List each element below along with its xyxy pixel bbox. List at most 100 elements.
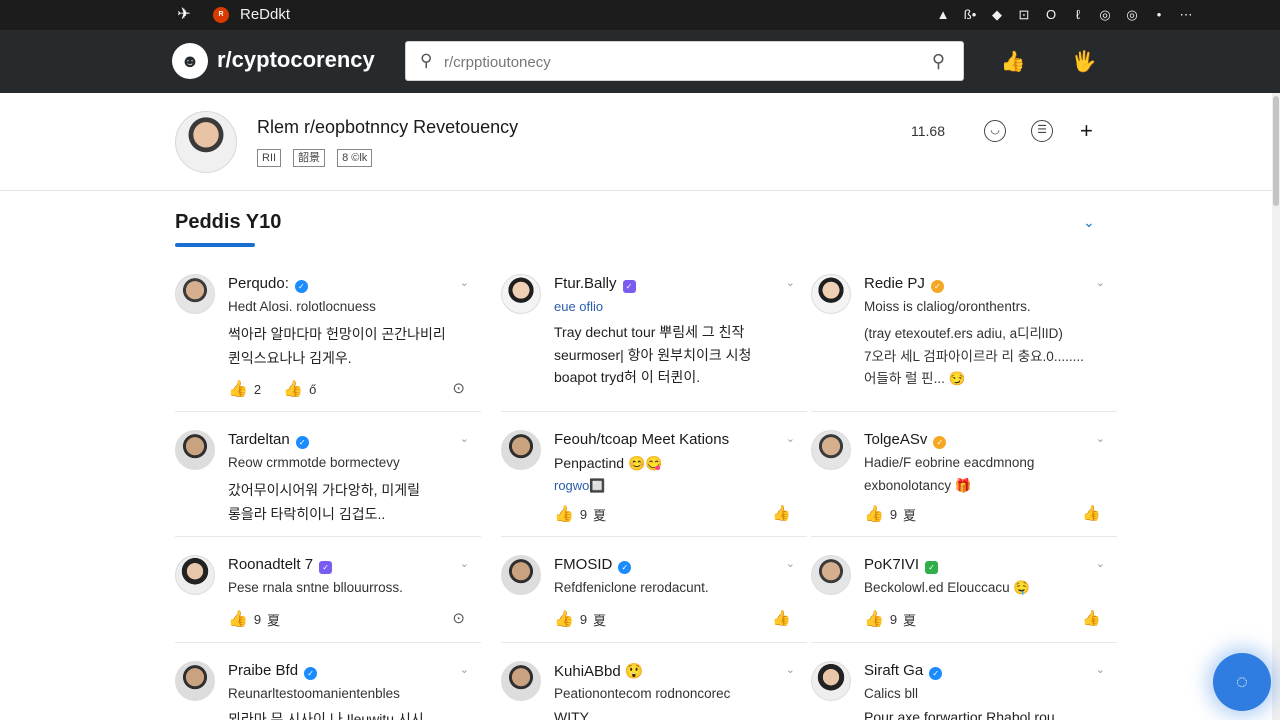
tag[interactable]: 韶景 [293,149,326,167]
author-name[interactable]: Feouh/tcoap Meet Kations [554,431,729,448]
dot-icon[interactable]: • [1152,6,1166,23]
avatar[interactable] [501,555,541,595]
chevron-down-icon[interactable]: ⌄ [460,276,469,289]
chevron-down-icon[interactable]: ⌄ [1083,212,1095,232]
list-item[interactable]: Roonadtelt 7 ✓ ⌄ Pese rnala sntne bllouur… [175,547,481,643]
chevron-down-icon[interactable]: ⌄ [786,432,795,445]
chevron-down-icon[interactable]: ⌄ [1096,276,1105,289]
more-icon[interactable]: ⋯ [1179,6,1193,23]
search-submit-icon[interactable]: ⚲ [932,50,945,72]
like-icon[interactable]: 👍 [1082,609,1101,627]
link-icon[interactable]: ℓ [1071,6,1085,23]
thumbs-up-icon[interactable]: 👍 [554,504,574,524]
chevron-down-icon[interactable]: ⌄ [786,276,795,289]
reply-icon[interactable]: 夏 [903,505,916,524]
author-name[interactable]: TolgeASv ✓ [864,431,947,449]
settings-icon[interactable]: ß• [963,6,977,23]
circle-icon[interactable]: O [1044,6,1058,23]
reply-icon[interactable]: 夏 [267,610,280,629]
chevron-down-icon[interactable]: ⌄ [1096,663,1105,676]
avatar[interactable] [501,274,541,314]
list-item[interactable]: Praibe Bfd ✓ ⌄ Reunarltestoomanientenbles… [175,653,481,720]
chevron-down-icon[interactable]: ⌄ [1096,557,1105,570]
author-name[interactable]: Ftur.Bally ✓ [554,275,636,293]
thumbs-up-icon[interactable]: 👍 [864,609,884,629]
tag[interactable]: RII [257,149,282,167]
share-icon[interactable]: ⊙ [452,379,465,397]
post-link[interactable]: rogwo🔲 [554,478,606,494]
avatar[interactable] [175,111,237,173]
avatar[interactable] [175,661,215,701]
author-name[interactable]: Redie PJ ✓ [864,275,944,293]
window-icon[interactable]: ⊡ [1017,6,1031,23]
author-name[interactable]: Roonadtelt 7 ✓ [228,556,333,574]
list-item[interactable]: Feouh/tcoap Meet Kations ⌄ Penpactind 😊😋… [501,422,807,537]
like-icon[interactable]: 👍 [772,504,791,522]
chevron-down-icon[interactable]: ⌄ [460,663,469,676]
avatar[interactable] [175,555,215,595]
chevron-down-icon[interactable]: ⌄ [460,432,469,445]
avatar[interactable] [811,274,851,314]
thumbs-up-icon[interactable]: 👍 [864,504,884,524]
bell-icon[interactable]: ▲ [936,6,950,23]
thumbs-up-icon[interactable]: 👍 [1000,50,1026,74]
posts-grid: Perqudo: ✓ ⌄ Hedt Alosi. rolotlocnuess 썩아… [175,258,1117,720]
reply-icon[interactable]: 夏 [593,610,606,629]
list-item[interactable]: TolgeASv ✓ ⌄ Hadie/F eobrine eacdmnong ex… [811,422,1117,537]
target-icon[interactable]: ◎ [1098,6,1112,23]
shield-icon[interactable]: ◆ [990,6,1004,23]
floating-action-button[interactable]: ◌ [1213,653,1271,711]
search-icon: ⚲ [420,51,433,70]
avatar[interactable] [175,430,215,470]
record-icon[interactable]: ◎ [1125,6,1139,23]
search-input[interactable] [444,51,914,73]
reply-icon[interactable]: 夏 [593,505,606,524]
like-icon[interactable]: 👍 [1082,504,1101,522]
avatar[interactable] [811,661,851,701]
thumbs-up-icon[interactable]: 👍 [554,609,574,629]
avatar[interactable] [811,430,851,470]
reply-icon[interactable]: 夏 [903,610,916,629]
thumbs-up-icon[interactable]: 👍 [228,379,248,399]
list-item[interactable]: Siraft Ga ✓ ⌄ Calics bll Pour axe forwart… [811,653,1117,720]
list-item[interactable]: Ftur.Bally ✓ ⌄ eue oflio Tray dechut tour… [501,258,807,412]
author-name[interactable]: PoK7IVI ✓ [864,556,939,574]
chevron-down-icon[interactable]: ⌄ [1096,432,1105,445]
list-item[interactable]: PoK7IVI ✓ ⌄ Beckolowl.ed Elouccacu 🤤 👍 9 … [811,547,1117,643]
section-title[interactable]: Peddis Y10 [175,211,281,234]
author-name[interactable]: KuhiABbd 😲 [554,662,644,680]
author-name[interactable]: Tardeltan ✓ [228,431,309,449]
author-name[interactable]: Praibe Bfd ✓ [228,662,318,680]
add-icon[interactable]: + [1080,119,1093,143]
subreddit-logo-icon[interactable]: ☻ [172,43,208,79]
thumbs-up-icon[interactable]: 👍 [283,379,303,399]
search-bar[interactable]: ⚲ ⚲ [405,41,964,81]
scrollbar-thumb[interactable] [1273,96,1279,206]
chevron-down-icon[interactable]: ⌄ [460,557,469,570]
tag[interactable]: 8 ©lk [337,149,373,167]
post-subtitle[interactable]: eue oflio [554,299,603,314]
bird-logo-icon[interactable]: ✈ [174,5,194,25]
subreddit-name[interactable]: r/cyptocorency [217,47,375,73]
list-item[interactable]: KuhiABbd 😲 ⌄ Peationontecom rodnoncorec … [501,653,807,720]
list-item[interactable]: Tardeltan ✓ ⌄ Reow crmmotde bormectevy 갔어… [175,422,481,537]
like-icon[interactable]: 👍 [772,609,791,627]
list-item[interactable]: Redie PJ ✓ ⌄ Moiss is claliog/oronthentrs… [811,258,1117,412]
thumbs-up-icon[interactable]: 👍 [228,609,248,629]
list-item[interactable]: Perqudo: ✓ ⌄ Hedt Alosi. rolotlocnuess 썩아… [175,258,481,412]
author-name[interactable]: Perqudo: ✓ [228,275,308,293]
filter-icon[interactable]: ☰ [1031,120,1053,142]
chevron-down-icon[interactable]: ⌄ [786,557,795,570]
chevron-down-icon[interactable]: ⌄ [786,663,795,676]
list-item[interactable]: FMOSID ✓ ⌄ Refdfeniclone rerodacunt. 👍 9 … [501,547,807,643]
share-icon[interactable]: ⊙ [452,609,465,627]
avatar[interactable] [175,274,215,314]
author-name[interactable]: FMOSID ✓ [554,556,632,574]
hand-icon[interactable]: 🖐 [1071,50,1097,74]
author-name[interactable]: Siraft Ga ✓ [864,662,943,680]
avatar[interactable] [501,661,541,701]
smile-icon[interactable]: ◡ [984,120,1006,142]
avatar[interactable] [501,430,541,470]
reddit-brand-icon[interactable]: R [213,7,229,23]
avatar[interactable] [811,555,851,595]
